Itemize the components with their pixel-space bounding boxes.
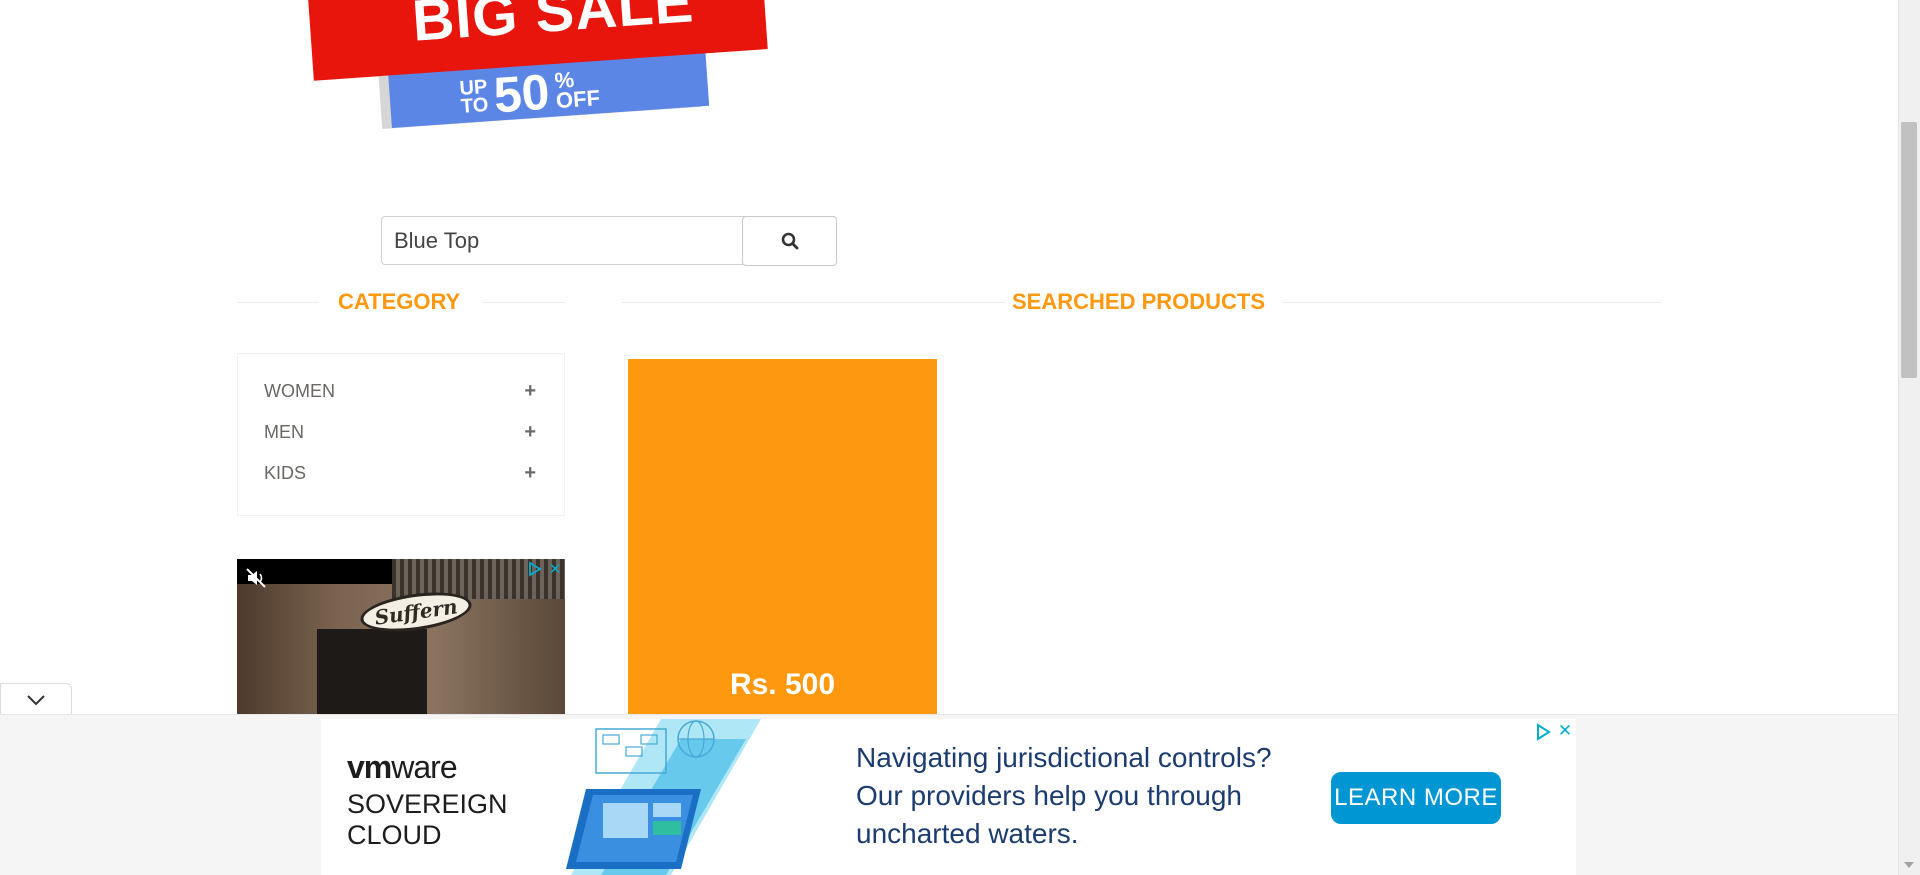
ad-illustration [566,719,761,875]
ad-headline-line1: Navigating jurisdictional controls? [856,742,1272,773]
banner-off: OFF [555,85,601,114]
category-title-line-left [237,302,319,303]
ad-headline: Navigating jurisdictional controls? Our … [856,739,1316,853]
banner-percent: 50 [491,63,552,124]
category-title: CATEGORY [338,289,461,314]
ad-headline-line3: uncharted waters. [856,818,1079,849]
category-item-men[interactable]: MEN + [264,417,536,447]
mute-icon[interactable] [245,567,267,589]
vmware-logo-vm: vm [347,749,392,785]
plus-icon[interactable]: + [524,421,536,444]
search-input[interactable]: Blue Top [381,216,745,265]
product-price: Rs. 500 [729,668,836,701]
page: BIG SALE UP TO 50 % OFF Blue Top CATEGOR… [0,0,1920,875]
category-label[interactable]: KIDS [264,463,306,484]
products-title: SEARCHED PRODUCTS [1012,289,1266,314]
category-panel: WOMEN + MEN + KIDS + [237,353,565,516]
category-item-kids[interactable]: KIDS + [264,458,536,488]
category-label[interactable]: MEN [264,422,304,443]
adchoices-icon[interactable] [527,561,543,577]
ad-product-name: SOVEREIGN CLOUD [347,789,508,851]
bottom-ad[interactable]: vmware SOVEREIGN CLOUD Navigating jurisd… [321,719,1576,875]
plus-icon[interactable]: + [524,380,536,403]
chevron-down-icon [27,694,45,705]
banner-discount: UP TO 50 % OFF [458,59,601,127]
search-button[interactable] [742,216,837,266]
vmware-logo: vmware [347,749,458,786]
plus-icon[interactable]: + [524,462,536,485]
close-icon[interactable]: ✕ [1555,721,1575,741]
video-ad[interactable]: Suffern ✕ [237,559,565,714]
learn-more-button[interactable]: LEARN MORE [1331,772,1501,824]
banner-off-block: % OFF [554,67,601,114]
category-title-line-right [482,302,565,303]
vmware-logo-ware: ware [391,749,457,785]
close-icon[interactable]: ✕ [547,561,563,577]
category-label[interactable]: WOMEN [264,381,335,402]
collapse-ad-button[interactable] [0,683,72,715]
video-door [317,629,427,714]
ad-headline-line2: Our providers help you through [856,780,1242,811]
ad-product-line1: SOVEREIGN [347,789,508,819]
search-icon [781,232,798,250]
products-title-line-left [622,302,1006,303]
category-item-women[interactable]: WOMEN + [264,376,536,406]
big-sale-banner[interactable]: BIG SALE UP TO 50 % OFF [300,0,800,135]
ad-product-line2: CLOUD [347,820,442,850]
banner-up-to: UP TO [459,76,490,118]
products-title-line-right [1282,302,1662,303]
scroll-down-arrow-icon[interactable] [1903,860,1915,870]
banner-to: TO [460,93,490,118]
adchoices-icon[interactable] [1533,722,1553,742]
scrollbar-thumb[interactable] [1901,122,1917,378]
product-overlay[interactable] [628,359,937,715]
